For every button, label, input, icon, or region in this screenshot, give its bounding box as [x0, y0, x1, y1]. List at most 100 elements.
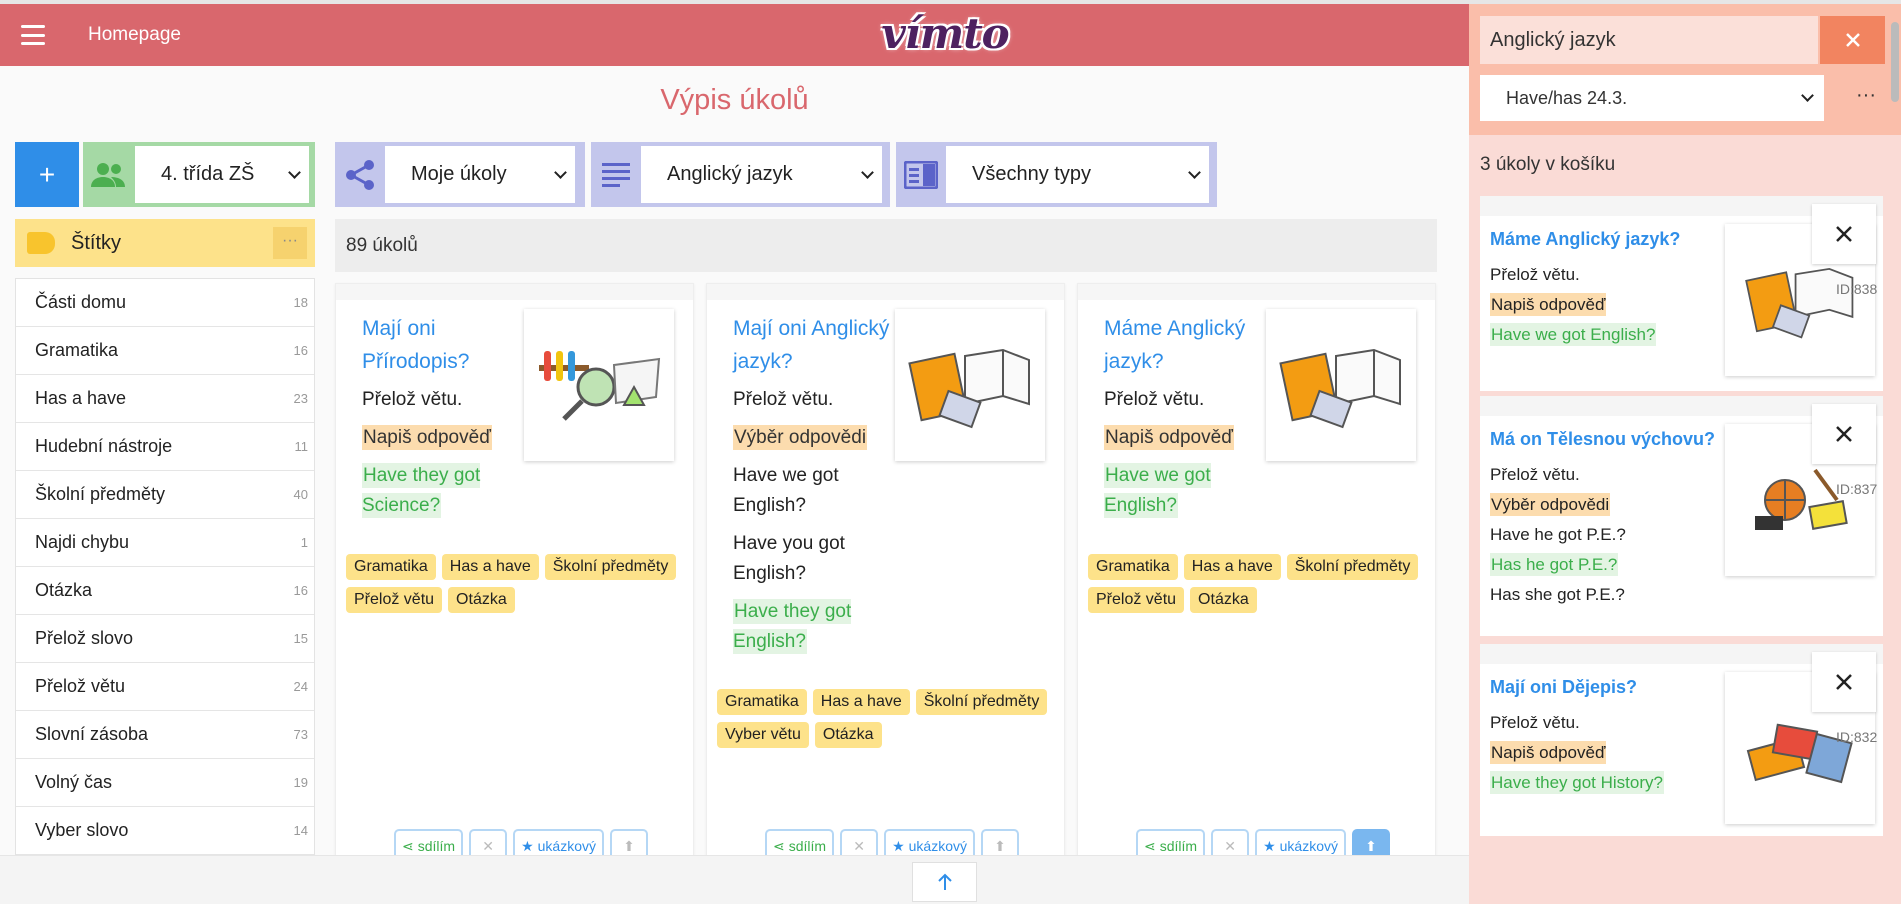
- basket-item-body: Přelož větu. Výběr odpovědi Have he got …: [1490, 464, 1720, 614]
- vimto-logo[interactable]: vímto: [880, 10, 1010, 60]
- task-tags: Gramatika Has a have Školní předměty Pře…: [346, 554, 691, 613]
- tag-chip[interactable]: Otázka: [814, 722, 882, 748]
- class-select[interactable]: 4. třída ZŠ: [135, 146, 309, 203]
- basket-item-option: Have he got P.E.?: [1490, 525, 1626, 544]
- tag-chip[interactable]: Has a have: [441, 554, 539, 580]
- tag-list-item-count: 15: [293, 631, 308, 646]
- task-answer: Have they got English?: [733, 599, 852, 654]
- close-icon: [1845, 33, 1860, 47]
- task-answer: Have they got Science?: [362, 463, 481, 518]
- basket-item-title[interactable]: Má on Tělesnou výchovu?: [1490, 429, 1715, 450]
- add-task-button[interactable]: +: [15, 142, 79, 207]
- tag-list-item[interactable]: Gramatika 16: [16, 327, 314, 375]
- scroll-to-top-button[interactable]: [912, 862, 977, 902]
- tag-list-item-count: 24: [293, 679, 308, 694]
- basket-subject[interactable]: Anglický jazyk: [1480, 16, 1818, 64]
- tag-chip[interactable]: Gramatika: [1088, 554, 1178, 580]
- tag-chip[interactable]: Školní předměty: [544, 554, 677, 580]
- tags-more-button[interactable]: ···: [273, 227, 307, 259]
- owner-select[interactable]: Moje úkoly: [385, 146, 575, 203]
- task-option: Have we got English?: [733, 465, 839, 516]
- task-title[interactable]: Mají oni Přírodopis?: [362, 312, 532, 378]
- tag-chip[interactable]: Vyber větu: [717, 722, 809, 748]
- basket-header: Anglický jazyk Have/has 24.3. ···: [1469, 4, 1901, 135]
- task-set-select-value: Have/has 24.3.: [1506, 87, 1628, 108]
- owner-filter: Moje úkoly: [335, 142, 585, 207]
- task-title[interactable]: Mají oni Anglický jazyk?: [733, 312, 903, 378]
- close-icon: [1836, 426, 1852, 442]
- task-instruction: Přelož větu.: [733, 389, 834, 410]
- type-select[interactable]: Všechny typy: [946, 146, 1209, 203]
- close-panel-button[interactable]: [1820, 16, 1885, 64]
- tag-list-item-label: Volný čas: [35, 772, 113, 792]
- tags-label: Štítky: [71, 231, 122, 254]
- basket-item-id: ID:832: [1836, 729, 1878, 745]
- star-icon: ★: [1263, 837, 1276, 854]
- tag-chip[interactable]: Has a have: [812, 689, 910, 715]
- tag-list-item[interactable]: Volný čas 19: [16, 759, 314, 807]
- tag-list-item-label: Najdi chybu: [35, 532, 130, 552]
- tag-chip[interactable]: Gramatika: [717, 689, 807, 715]
- tag-list: Části domu 18 Gramatika 16 Has a have 23 Hudeb…: [15, 278, 315, 856]
- basket-item-instruction: Přelož větu.: [1490, 265, 1580, 284]
- task-instruction: Přelož větu.: [362, 389, 463, 410]
- panel-more-button[interactable]: ···: [1849, 80, 1883, 114]
- basket-item-instruction: Přelož větu.: [1490, 713, 1580, 732]
- tag-list-item[interactable]: Přelož slovo 15: [16, 615, 314, 663]
- task-type-icon: [896, 142, 946, 207]
- class-filter: 4. třída ZŠ: [83, 142, 315, 207]
- tag-chip[interactable]: Přelož větu: [346, 587, 443, 613]
- tag-chip[interactable]: Gramatika: [346, 554, 436, 580]
- tag-chip[interactable]: Přelož větu: [1088, 587, 1185, 613]
- tag-list-item[interactable]: Školní předměty 40: [16, 471, 314, 519]
- tag-chip[interactable]: Školní předměty: [1286, 554, 1419, 580]
- tag-list-item[interactable]: Otázka 16: [16, 567, 314, 615]
- share-label: sdílím: [788, 838, 827, 854]
- tags-header[interactable]: Štítky ···: [15, 219, 315, 267]
- type-filter: Všechny typy: [896, 142, 1217, 207]
- panel-scrollbar[interactable]: [1891, 22, 1899, 102]
- homepage-link[interactable]: Homepage: [88, 24, 181, 46]
- tag-list-item-label: Přelož slovo: [35, 628, 134, 648]
- basket-item-body: Přelož větu. Napiš odpověď Have they got…: [1490, 712, 1720, 802]
- subject-select[interactable]: Anglický jazyk: [641, 146, 882, 203]
- basket-item-body: Přelož větu. Napiš odpověď Have we got E…: [1490, 264, 1720, 354]
- page-title: Výpis úkolů: [660, 84, 809, 116]
- tag-list-item[interactable]: Hudební nástroje 11: [16, 423, 314, 471]
- type-select-value: Všechny typy: [972, 163, 1091, 185]
- tag-list-item-label: Přelož větu: [35, 676, 126, 696]
- tag-list-item[interactable]: Přelož větu 24: [16, 663, 314, 711]
- share-icon: ⋖: [773, 837, 785, 854]
- subject-select-value: Anglický jazyk: [667, 163, 793, 185]
- sports-illustration-icon: [1755, 468, 1848, 530]
- remove-from-basket-button[interactable]: [1812, 404, 1876, 464]
- tag-list-item[interactable]: Části domu 18: [16, 279, 314, 327]
- books-illustration-icon: [908, 348, 1030, 429]
- tag-list-item[interactable]: Vyber slovo 14: [16, 807, 314, 855]
- tag-chip[interactable]: Has a have: [1183, 554, 1281, 580]
- tag-list-item-count: 40: [293, 487, 308, 502]
- basket-item: Máme Anglický jazyk? Přelož větu. Napiš …: [1480, 196, 1883, 391]
- remove-from-basket-button[interactable]: [1812, 652, 1876, 712]
- menu-icon[interactable]: [21, 25, 45, 45]
- tag-list-item-count: 1: [300, 535, 308, 550]
- tag-list-item[interactable]: Has a have 23: [16, 375, 314, 423]
- basket-item: Mají oni Dějepis? Přelož větu. Napiš odp…: [1480, 644, 1883, 836]
- tag-list-item[interactable]: Slovní zásoba 73: [16, 711, 314, 759]
- tag-chip[interactable]: Otázka: [1190, 587, 1257, 613]
- task-set-select[interactable]: Have/has 24.3.: [1480, 75, 1824, 121]
- tag-chip[interactable]: Školní předměty: [915, 689, 1048, 715]
- subject-filter: Anglický jazyk: [591, 142, 890, 207]
- star-icon: ★: [521, 837, 534, 854]
- top-bar: Homepage vímto: [0, 4, 1469, 66]
- tag-list-item[interactable]: Najdi chybu 1: [16, 519, 314, 567]
- tag-chip[interactable]: Otázka: [448, 587, 515, 613]
- star-icon: ★: [892, 837, 905, 854]
- basket-item-title[interactable]: Máme Anglický jazyk?: [1490, 229, 1680, 250]
- remove-from-basket-button[interactable]: [1812, 204, 1876, 264]
- basket-item-title[interactable]: Mají oni Dějepis?: [1490, 677, 1637, 698]
- group-icon: [83, 162, 135, 188]
- task-answer-type: Výběr odpovědi: [733, 425, 868, 450]
- task-title[interactable]: Máme Anglický jazyk?: [1104, 312, 1274, 378]
- task-answer: Have we got English?: [1104, 463, 1211, 518]
